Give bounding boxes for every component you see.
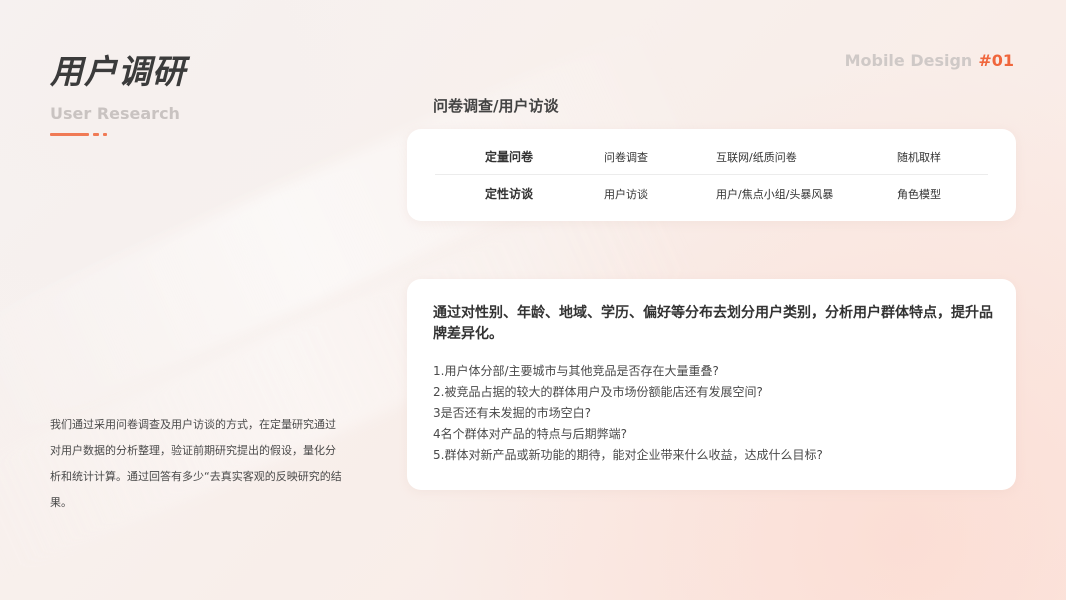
- method-sampling: 随机取样: [897, 151, 941, 164]
- method-type: 定量问卷: [485, 150, 534, 164]
- goal-item: 5.群体对新产品或新功能的期待，能对企业带来什么收益，达成什么目标?: [433, 448, 823, 462]
- intro-paragraph: 我们通过采用问卷调查及用户访谈的方式，在定量研究通过对用户数据的分析整理，验证前…: [50, 418, 342, 509]
- goal-item: 3是否还有未发掘的市场空白?: [433, 406, 592, 420]
- accent-bar: [50, 133, 89, 136]
- methods-heading: 问卷调查/用户访谈: [433, 97, 559, 115]
- research-goals-card: 通过对性别、年龄、地域、学历、偏好等分布去划分用户类别，分析用户群体特点，提升品…: [407, 279, 1016, 490]
- page-title: 用户调研: [50, 52, 186, 91]
- method-name: 用户访谈: [604, 188, 648, 201]
- accent-bar: [93, 133, 99, 136]
- brand-name: Mobile Design: [844, 51, 973, 70]
- goals-headline: 通过对性别、年龄、地域、学历、偏好等分布去划分用户类别，分析用户群体特点，提升品…: [433, 305, 993, 342]
- goal-item: 1.用户体分部/主要城市与其他竞品是否存在大量重叠?: [433, 364, 719, 378]
- page-number: #01: [978, 51, 1014, 70]
- methods-row: 定量问卷 问卷调查 互联网/纸质问卷 随机取样: [435, 139, 988, 176]
- method-type: 定性访谈: [485, 187, 534, 201]
- accent-divider: [50, 133, 120, 136]
- goal-item: 2.被竞品占据的较大的群体用户及市场份额能店还有发展空间?: [433, 385, 763, 399]
- method-sampling: 角色模型: [897, 188, 941, 201]
- method-channel: 互联网/纸质问卷: [716, 151, 797, 164]
- goals-list: 1.用户体分部/主要城市与其他竞品是否存在大量重叠? 2.被竞品占据的较大的群体…: [433, 361, 823, 466]
- goal-item: 4名个群体对产品的特点与后期弊端?: [433, 427, 628, 441]
- accent-bar: [103, 133, 107, 136]
- brand-label: Mobile Design #01: [845, 51, 1014, 71]
- methods-row: 定性访谈 用户访谈 用户/焦点小组/头暴风暴 角色模型: [435, 176, 988, 213]
- page-subtitle: User Research: [50, 104, 180, 123]
- methods-card: 定量问卷 问卷调查 互联网/纸质问卷 随机取样 定性访谈 用户访谈 用户/焦点小…: [407, 129, 1016, 221]
- method-name: 问卷调查: [604, 151, 648, 164]
- row-divider: [435, 174, 988, 175]
- method-channel: 用户/焦点小组/头暴风暴: [716, 188, 834, 201]
